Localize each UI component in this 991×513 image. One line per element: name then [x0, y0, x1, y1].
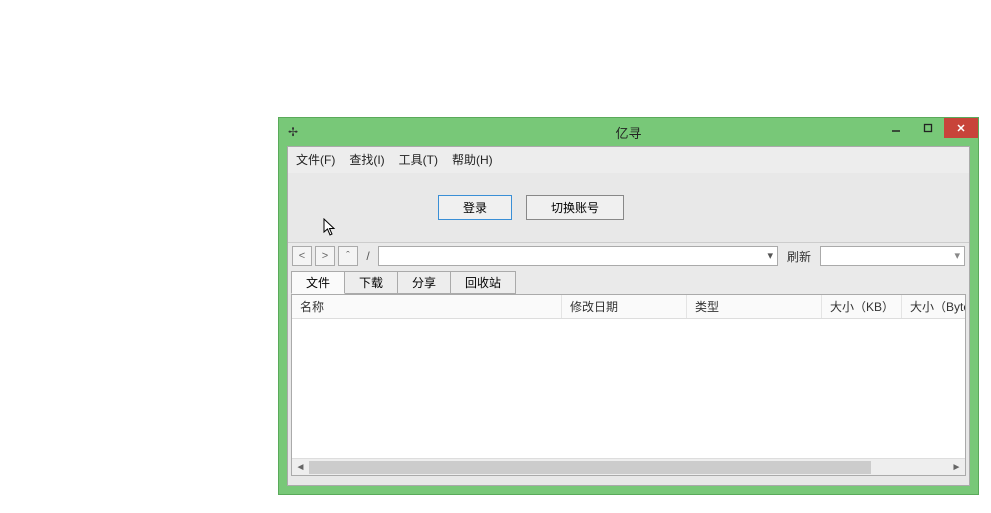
- menu-find[interactable]: 查找(I): [349, 151, 384, 168]
- menu-file[interactable]: 文件(F): [296, 151, 335, 168]
- maximize-button[interactable]: [912, 118, 944, 138]
- app-window: ✢ 亿寻 文件(F) 查找(I) 工具(T) 帮助(H) 登录 切换账号 <: [278, 117, 979, 495]
- login-button[interactable]: 登录: [438, 195, 512, 220]
- tab-recycle[interactable]: 回收站: [450, 271, 516, 294]
- window-content: 文件(F) 查找(I) 工具(T) 帮助(H) 登录 切换账号 < > ˆ / …: [287, 146, 970, 486]
- close-button[interactable]: [944, 118, 978, 138]
- titlebar[interactable]: ✢ 亿寻: [279, 118, 978, 146]
- nav-back-button[interactable]: <: [292, 246, 312, 266]
- nav-up-button[interactable]: ˆ: [338, 246, 358, 266]
- scroll-left-button[interactable]: ◄: [292, 459, 309, 476]
- tab-share[interactable]: 分享: [397, 271, 451, 294]
- col-size-byte[interactable]: 大小（Byte）: [902, 295, 965, 318]
- col-size-kb[interactable]: 大小（KB）: [822, 295, 902, 318]
- login-area: 登录 切换账号: [288, 173, 969, 242]
- scroll-track[interactable]: [309, 459, 948, 475]
- menubar: 文件(F) 查找(I) 工具(T) 帮助(H): [288, 147, 969, 173]
- col-modified[interactable]: 修改日期: [562, 295, 687, 318]
- window-title: 亿寻: [279, 123, 978, 142]
- path-separator: /: [361, 249, 375, 263]
- switch-account-button[interactable]: 切换账号: [526, 195, 624, 220]
- menu-tools[interactable]: 工具(T): [399, 151, 438, 168]
- tab-file[interactable]: 文件: [291, 271, 345, 294]
- menu-help[interactable]: 帮助(H): [452, 151, 493, 168]
- right-combobox[interactable]: [820, 246, 965, 266]
- tab-download[interactable]: 下载: [344, 271, 398, 294]
- scroll-right-button[interactable]: ►: [948, 459, 965, 476]
- list-body[interactable]: [292, 319, 965, 458]
- horizontal-scrollbar[interactable]: ◄ ►: [292, 458, 965, 475]
- nav-forward-button[interactable]: >: [315, 246, 335, 266]
- minimize-button[interactable]: [880, 118, 912, 138]
- tabbar: 文件 下载 分享 回收站: [288, 269, 969, 294]
- refresh-button[interactable]: 刷新: [781, 248, 817, 265]
- path-combobox[interactable]: [378, 246, 778, 266]
- col-type[interactable]: 类型: [687, 295, 822, 318]
- list-header: 名称 修改日期 类型 大小（KB） 大小（Byte）: [292, 295, 965, 319]
- col-name[interactable]: 名称: [292, 295, 562, 318]
- file-listview: 名称 修改日期 类型 大小（KB） 大小（Byte） ◄ ►: [291, 294, 966, 476]
- window-controls: [880, 118, 978, 138]
- navigation-bar: < > ˆ / 刷新: [288, 242, 969, 269]
- app-icon: ✢: [285, 124, 301, 140]
- scroll-thumb[interactable]: [309, 461, 871, 474]
